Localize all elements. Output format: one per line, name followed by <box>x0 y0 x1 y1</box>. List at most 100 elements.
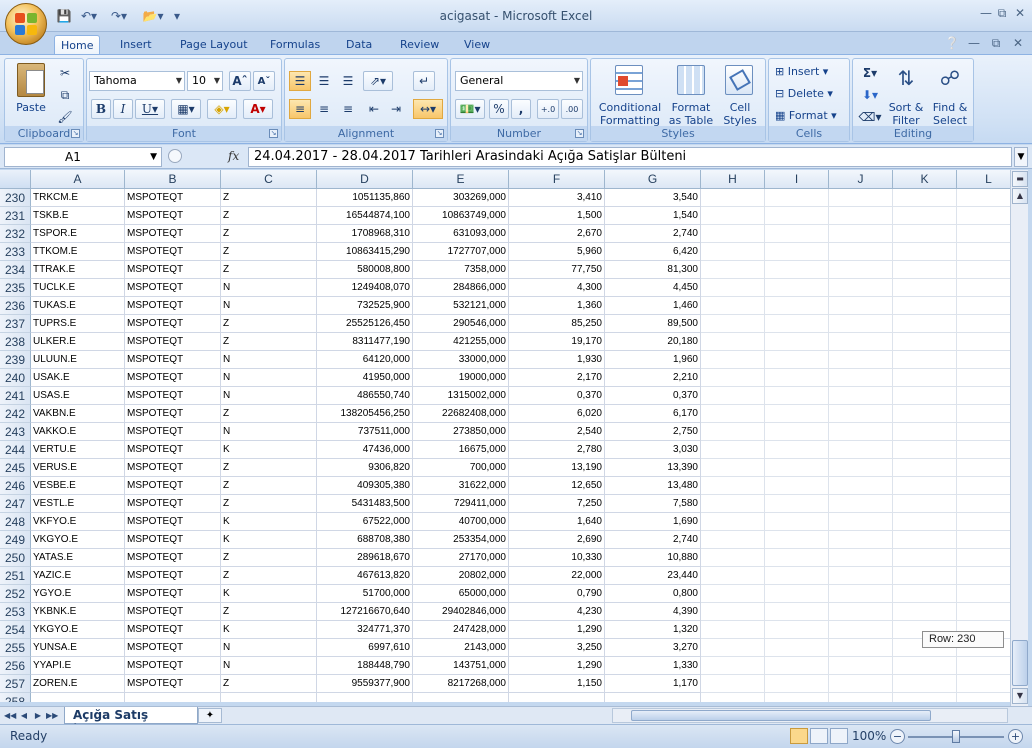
row-header[interactable]: 250 <box>0 549 31 567</box>
table-cell-e[interactable]: 421255,000 <box>413 333 509 351</box>
table-cell-a[interactable]: YAZIC.E <box>31 567 125 585</box>
empty-cell[interactable] <box>893 333 957 351</box>
table-cell-e[interactable]: 27170,000 <box>413 549 509 567</box>
table-cell-a[interactable]: VKFYO.E <box>31 513 125 531</box>
merge-center-icon[interactable]: ↔▾ <box>413 99 443 119</box>
row-header[interactable]: 252 <box>0 585 31 603</box>
table-cell-a[interactable]: TUKAS.E <box>31 297 125 315</box>
table-cell-e[interactable]: 40700,000 <box>413 513 509 531</box>
align-left-icon[interactable]: ≡ <box>289 99 311 119</box>
table-cell-g[interactable]: 1,540 <box>605 207 701 225</box>
row-header[interactable]: 242 <box>0 405 31 423</box>
empty-cell[interactable] <box>893 567 957 585</box>
table-cell-c[interactable]: N <box>221 639 317 657</box>
table-cell-g[interactable]: 2,750 <box>605 423 701 441</box>
column-header[interactable]: A <box>31 170 125 189</box>
workbook-minimize-icon[interactable]: — <box>966 35 982 51</box>
normal-view-icon[interactable] <box>790 728 808 744</box>
row-header[interactable]: 254 <box>0 621 31 639</box>
table-cell-b[interactable]: MSPOTEQT <box>125 333 221 351</box>
italic-icon[interactable]: I <box>113 99 133 119</box>
empty-cell[interactable] <box>701 189 765 207</box>
empty-cell[interactable] <box>829 603 893 621</box>
empty-cell[interactable] <box>829 297 893 315</box>
row-header[interactable]: 244 <box>0 441 31 459</box>
table-cell-e[interactable]: 29402846,000 <box>413 603 509 621</box>
table-cell-c[interactable]: N <box>221 369 317 387</box>
table-cell-f[interactable]: 85,250 <box>509 315 605 333</box>
table-cell-g[interactable]: 10,880 <box>605 549 701 567</box>
empty-cell[interactable] <box>957 603 1010 621</box>
empty-cell[interactable] <box>829 657 893 675</box>
table-cell-f[interactable]: 2,690 <box>509 531 605 549</box>
empty-cell[interactable] <box>765 675 829 693</box>
office-button[interactable] <box>5 3 47 45</box>
empty-cell[interactable] <box>701 315 765 333</box>
table-cell-b[interactable]: MSPOTEQT <box>125 477 221 495</box>
table-cell-d[interactable]: 1051135,860 <box>317 189 413 207</box>
table-cell-e[interactable]: 729411,000 <box>413 495 509 513</box>
column-header[interactable]: I <box>765 170 829 189</box>
table-cell-d[interactable]: 486550,740 <box>317 387 413 405</box>
row-header[interactable]: 237 <box>0 315 31 333</box>
empty-cell[interactable] <box>957 333 1010 351</box>
empty-cell[interactable] <box>893 513 957 531</box>
tab-data[interactable]: Data <box>340 35 378 54</box>
empty-cell[interactable] <box>765 639 829 657</box>
empty-cell[interactable] <box>765 369 829 387</box>
table-cell-d[interactable]: 1249408,070 <box>317 279 413 297</box>
restore-icon[interactable]: ⧉ <box>994 5 1010 21</box>
table-cell-a[interactable]: ULKER.E <box>31 333 125 351</box>
underline-icon[interactable]: U▾ <box>135 99 165 119</box>
delete-cells-button[interactable]: ⊟ Delete ▾ <box>775 87 847 100</box>
zoom-slider-thumb[interactable] <box>952 730 960 743</box>
sheet-tab-active[interactable]: Açığa Satış İşlemleri <box>64 707 198 738</box>
table-cell-f[interactable]: 6,020 <box>509 405 605 423</box>
table-cell-d[interactable]: 467613,820 <box>317 567 413 585</box>
table-cell-f[interactable]: 2,540 <box>509 423 605 441</box>
empty-cell[interactable] <box>957 369 1010 387</box>
font-size-select[interactable]: 10 ▼ <box>187 71 223 91</box>
table-cell-a[interactable]: ULUUN.E <box>31 351 125 369</box>
row-header[interactable]: 247 <box>0 495 31 513</box>
decrease-indent-icon[interactable]: ⇤ <box>363 99 385 119</box>
empty-cell[interactable] <box>829 279 893 297</box>
empty-cell[interactable] <box>957 207 1010 225</box>
row-header[interactable]: 249 <box>0 531 31 549</box>
table-cell-f[interactable]: 77,750 <box>509 261 605 279</box>
format-as-table-button[interactable]: Format as Table <box>667 101 715 127</box>
empty-cell[interactable] <box>701 567 765 585</box>
empty-cell[interactable] <box>893 207 957 225</box>
empty-cell[interactable] <box>893 441 957 459</box>
table-cell-f[interactable]: 1,150 <box>509 675 605 693</box>
table-cell-d[interactable]: 51700,000 <box>317 585 413 603</box>
table-cell-f[interactable]: 13,190 <box>509 459 605 477</box>
table-cell-c[interactable]: N <box>221 657 317 675</box>
empty-cell[interactable] <box>701 207 765 225</box>
table-cell-d[interactable]: 10863415,290 <box>317 243 413 261</box>
table-cell-f[interactable]: 12,650 <box>509 477 605 495</box>
cut-icon[interactable]: ✂ <box>55 63 75 83</box>
table-cell-a[interactable]: TSPOR.E <box>31 225 125 243</box>
table-cell-c[interactable]: Z <box>221 675 317 693</box>
align-bottom-icon[interactable]: ☰ <box>337 71 359 91</box>
table-cell-e[interactable]: 10863749,000 <box>413 207 509 225</box>
row-header[interactable]: 233 <box>0 243 31 261</box>
column-header[interactable]: H <box>701 170 765 189</box>
zoom-out-icon[interactable]: − <box>890 729 905 744</box>
table-cell-d[interactable]: 737511,000 <box>317 423 413 441</box>
column-header[interactable]: E <box>413 170 509 189</box>
table-cell-e[interactable]: 273850,000 <box>413 423 509 441</box>
table-cell-e[interactable]: 2143,000 <box>413 639 509 657</box>
empty-cell[interactable] <box>829 423 893 441</box>
fill-icon[interactable]: ⬇▾ <box>857 85 883 105</box>
empty-cell[interactable] <box>765 441 829 459</box>
help-icon[interactable]: ❔ <box>944 35 960 51</box>
table-cell-b[interactable]: MSPOTEQT <box>125 531 221 549</box>
table-cell-b[interactable]: MSPOTEQT <box>125 549 221 567</box>
empty-cell[interactable] <box>893 279 957 297</box>
table-cell-b[interactable]: MSPOTEQT <box>125 675 221 693</box>
table-cell-b[interactable]: MSPOTEQT <box>125 243 221 261</box>
font-name-select[interactable]: Tahoma ▼ <box>89 71 185 91</box>
empty-cell[interactable] <box>829 549 893 567</box>
